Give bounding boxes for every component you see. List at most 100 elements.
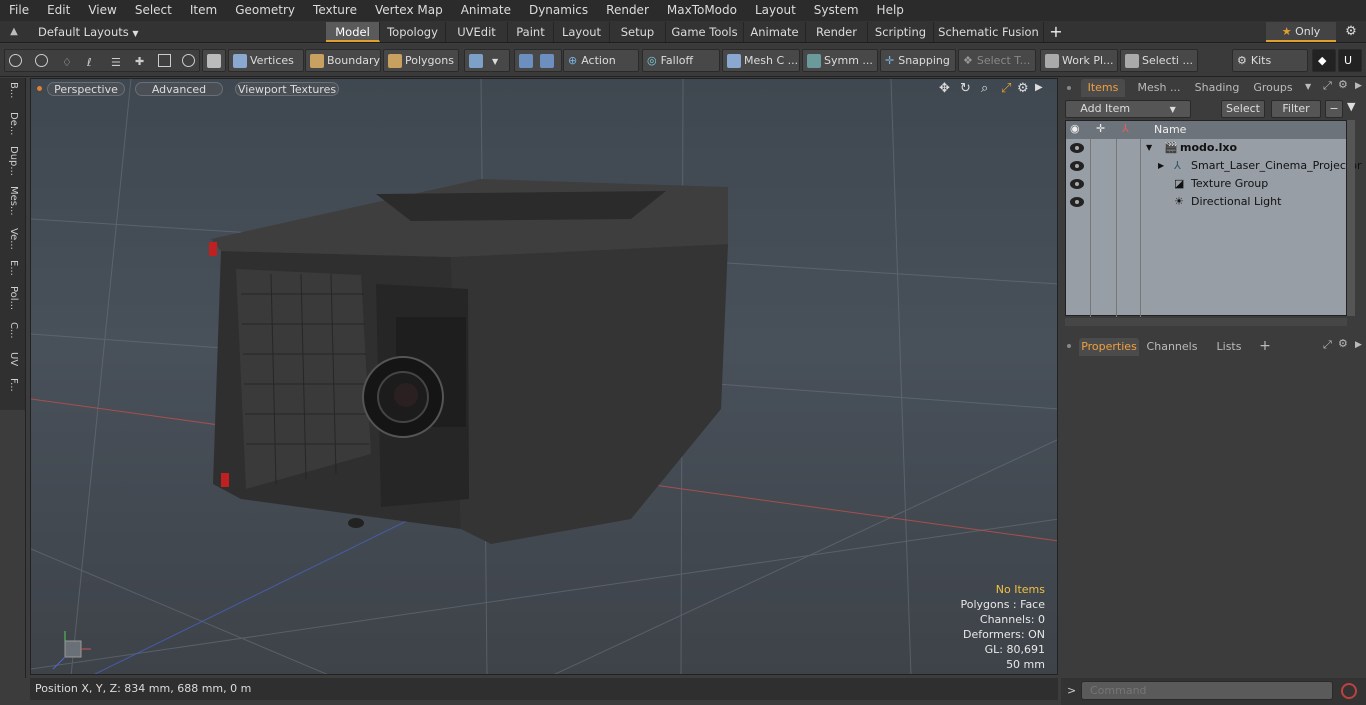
tree-row-mesh[interactable]: ▶ ⅄ Smart_Laser_Cinema_Projector — [1066, 157, 1361, 175]
tab-lists[interactable]: Lists — [1207, 338, 1251, 356]
expand-icon[interactable]: ▼ — [1146, 139, 1152, 157]
menu-geometry[interactable]: Geometry — [226, 0, 304, 21]
panel-chevron-icon[interactable]: ▼ — [1305, 82, 1311, 91]
collapse-button[interactable]: − — [1325, 100, 1343, 118]
eye-icon[interactable] — [1070, 161, 1084, 171]
tab-mesh[interactable]: Mesh ... — [1131, 79, 1187, 97]
menu-render[interactable]: Render — [597, 0, 658, 21]
type-column-icon[interactable]: ⅄ — [1122, 122, 1129, 135]
only-toggle[interactable]: ★ Only — [1266, 21, 1336, 42]
menu-animate[interactable]: Animate — [452, 0, 520, 21]
items-gear-icon[interactable]: ⚙ — [1338, 78, 1348, 91]
tree-row-scene[interactable]: ▼ 🎬 modo.lxo — [1066, 139, 1346, 157]
funnel-icon[interactable]: ▼ — [1347, 100, 1355, 113]
tab-channels[interactable]: Channels — [1143, 338, 1201, 356]
globe-icon[interactable] — [35, 54, 48, 67]
tab-model[interactable]: Model — [326, 21, 380, 42]
lasso-icon[interactable]: ℓ — [87, 52, 92, 71]
selection-sets-button[interactable]: Selecti ... — [1120, 49, 1198, 72]
menu-texture[interactable]: Texture — [304, 0, 366, 21]
panel-dot-icon[interactable] — [1067, 86, 1071, 90]
maximize-icon[interactable]: ⤢ — [1323, 79, 1332, 93]
menu-file[interactable]: File — [0, 0, 38, 21]
rotate-view-icon[interactable]: ↻ — [960, 81, 971, 96]
tree-row-texture-group[interactable]: ◪ Texture Group — [1066, 175, 1346, 193]
left-tab-curve[interactable]: C... — [3, 322, 23, 339]
left-tab-uv[interactable]: UV — [3, 352, 23, 366]
props-more-icon[interactable]: ▶ — [1355, 340, 1362, 350]
menu-help[interactable]: Help — [868, 0, 913, 21]
menu-item[interactable]: Item — [181, 0, 226, 21]
menu-vertex-map[interactable]: Vertex Map — [366, 0, 452, 21]
tab-properties[interactable]: Properties — [1079, 338, 1139, 356]
left-tab-duplicate[interactable]: Dup... — [3, 146, 23, 176]
3d-viewport[interactable]: Perspective Advanced Viewport Textures ✥… — [30, 78, 1058, 675]
tab-shading[interactable]: Shading — [1191, 79, 1243, 97]
menu-layout[interactable]: Layout — [746, 0, 805, 21]
name-column-header[interactable]: Name — [1154, 123, 1186, 136]
unity-button[interactable]: ◆ — [1312, 49, 1336, 72]
visibility-column-icon[interactable]: ◉ — [1070, 122, 1080, 135]
select-through-button[interactable]: ❖ Select T... — [958, 49, 1036, 72]
tab-setup[interactable]: Setup — [610, 21, 666, 42]
kits-button[interactable]: ⚙ Kits — [1232, 49, 1308, 72]
work-plane-button[interactable]: Work Pl... — [1040, 49, 1118, 72]
zoom-view-icon[interactable]: ⌕ — [981, 81, 988, 96]
props-maximize-icon[interactable]: ⤢ — [1323, 338, 1332, 352]
tab-schematic-fusion[interactable]: Schematic Fusion — [934, 21, 1044, 42]
material-mode-button[interactable]: ▼ — [464, 49, 510, 72]
move-view-icon[interactable]: ✥ — [939, 81, 950, 96]
eye-icon[interactable] — [1070, 197, 1084, 207]
vertices-button[interactable]: Vertices — [228, 49, 304, 72]
action-center-button[interactable]: ⊕ Action — [563, 49, 639, 72]
command-input[interactable] — [1081, 681, 1333, 700]
left-tab-deform[interactable]: De... — [3, 112, 23, 135]
eye-icon[interactable] — [1070, 143, 1084, 153]
add-props-tab-button[interactable]: + — [1257, 337, 1273, 355]
collapse-up-icon[interactable]: ▲ — [0, 26, 28, 37]
left-tab-fusion[interactable]: F... — [3, 378, 23, 392]
filter-button[interactable]: Filter — [1271, 100, 1321, 118]
center-icon[interactable]: ✚ — [135, 51, 144, 71]
tab-scripting[interactable]: Scripting — [868, 21, 934, 42]
lock-column-icon[interactable]: ✛ — [1096, 122, 1105, 135]
advanced-button[interactable]: Advanced — [135, 82, 223, 96]
tab-layout[interactable]: Layout — [554, 21, 610, 42]
falloff-button[interactable]: ◎ Falloff — [642, 49, 720, 72]
layout-selector[interactable]: Default Layouts ▼ — [28, 25, 326, 39]
menu-system[interactable]: System — [805, 0, 868, 21]
symmetry-button[interactable]: Symm ... — [802, 49, 878, 72]
tab-items[interactable]: Items — [1081, 79, 1125, 97]
add-item-button[interactable]: Add Item ▼ — [1065, 100, 1191, 118]
left-tab-vertex[interactable]: Ve... — [3, 228, 23, 250]
gear-icon[interactable]: ⚙ — [1336, 24, 1366, 39]
layers-icon[interactable]: ☰ — [111, 52, 121, 71]
menu-edit[interactable]: Edit — [38, 0, 79, 21]
symmetry-toggles[interactable] — [514, 49, 562, 72]
tab-groups[interactable]: Groups — [1247, 79, 1299, 97]
items-more-icon[interactable]: ▶ — [1355, 81, 1362, 91]
snapping-button[interactable]: ✛ Snapping — [880, 49, 956, 72]
viewport-dot-icon[interactable] — [37, 86, 42, 91]
tab-animate[interactable]: Animate — [744, 21, 806, 42]
tab-render[interactable]: Render — [806, 21, 868, 42]
tab-game-tools[interactable]: Game Tools — [666, 21, 744, 42]
fit-view-icon[interactable]: ⤢ — [1001, 81, 1011, 96]
tree-scrollbar[interactable] — [1347, 120, 1355, 316]
viewport-gear-icon[interactable]: ⚙ — [1017, 81, 1029, 96]
menu-dynamics[interactable]: Dynamics — [520, 0, 597, 21]
menu-view[interactable]: View — [79, 0, 125, 21]
tab-paint[interactable]: Paint — [508, 21, 554, 42]
panel-resize-handle[interactable] — [1065, 318, 1347, 326]
left-tab-basic[interactable]: B... — [3, 82, 23, 98]
polygons-button[interactable]: Polygons — [383, 49, 459, 72]
circle-select-icon[interactable] — [9, 54, 22, 67]
unreal-button[interactable]: U — [1338, 49, 1362, 72]
add-tab-button[interactable]: + — [1044, 22, 1068, 41]
mesh-constraint-button[interactable]: Mesh C ... — [722, 49, 800, 72]
props-dot-icon[interactable] — [1067, 344, 1071, 348]
pen-icon[interactable]: ♢ — [62, 52, 72, 71]
left-tab-edge[interactable]: E... — [3, 260, 23, 276]
menu-select[interactable]: Select — [126, 0, 181, 21]
left-tab-polygon[interactable]: Pol... — [3, 286, 23, 310]
